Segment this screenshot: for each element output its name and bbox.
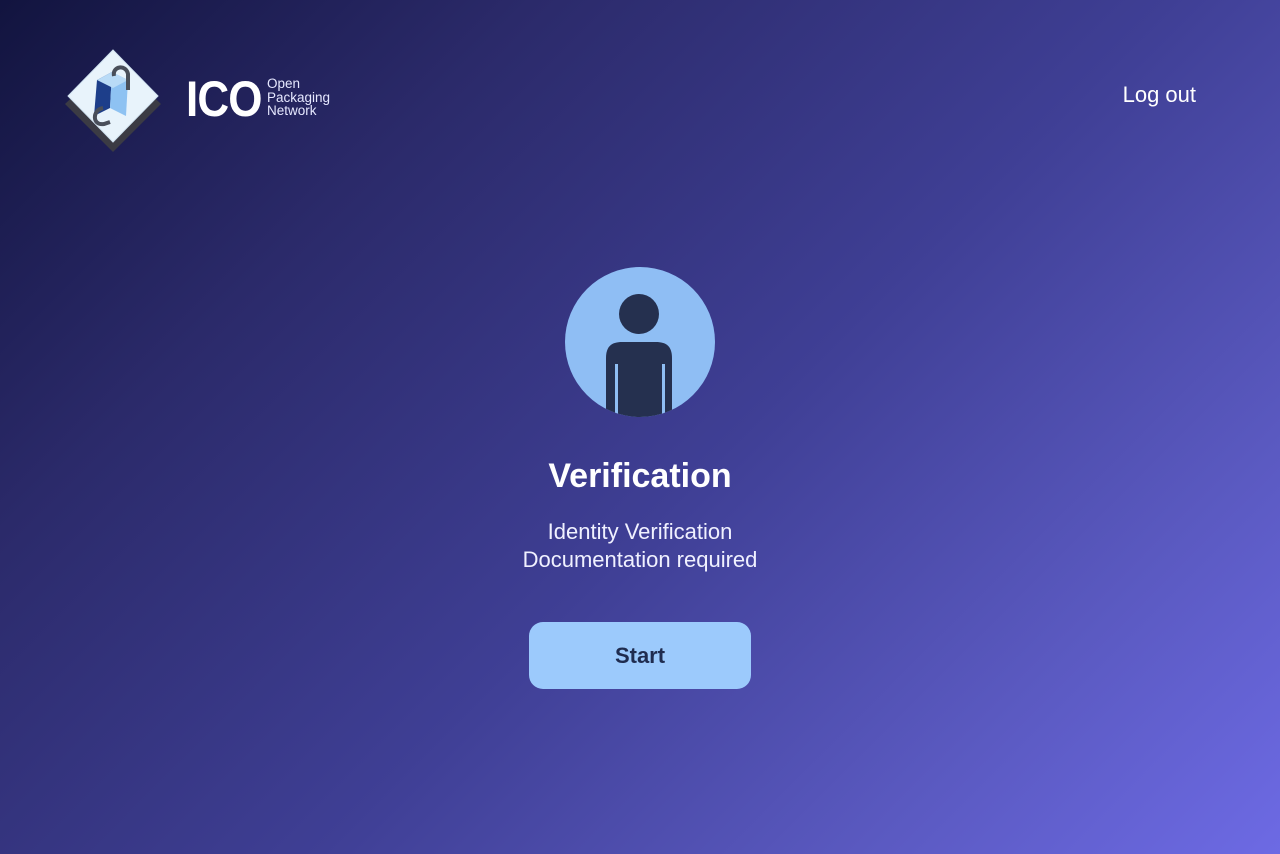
start-button[interactable]: Start <box>529 622 751 689</box>
ico-logo[interactable]: ICO Open Packaging Network <box>58 46 348 158</box>
page-title: Verification <box>548 457 732 495</box>
user-avatar-icon <box>565 267 715 417</box>
logout-link[interactable]: Log out <box>1123 82 1196 108</box>
logo-mark-icon <box>65 49 161 152</box>
verification-subtitle: Identity Verification Documentation requ… <box>0 518 1280 574</box>
subtitle-line: Identity Verification <box>547 519 733 544</box>
logo-tagline-line: Network <box>267 103 317 118</box>
logo-wordmark: ICO <box>186 71 262 127</box>
subtitle-line: Documentation required <box>522 547 758 572</box>
verification-panel: Verification Identity Verification Docum… <box>0 266 1280 689</box>
header: ICO Open Packaging Network Log out <box>0 0 1280 190</box>
logo-tagline-line: Open <box>267 76 301 91</box>
logo-tagline: Open Packaging Network <box>267 77 330 118</box>
logo-tagline-line: Packaging <box>267 89 331 105</box>
